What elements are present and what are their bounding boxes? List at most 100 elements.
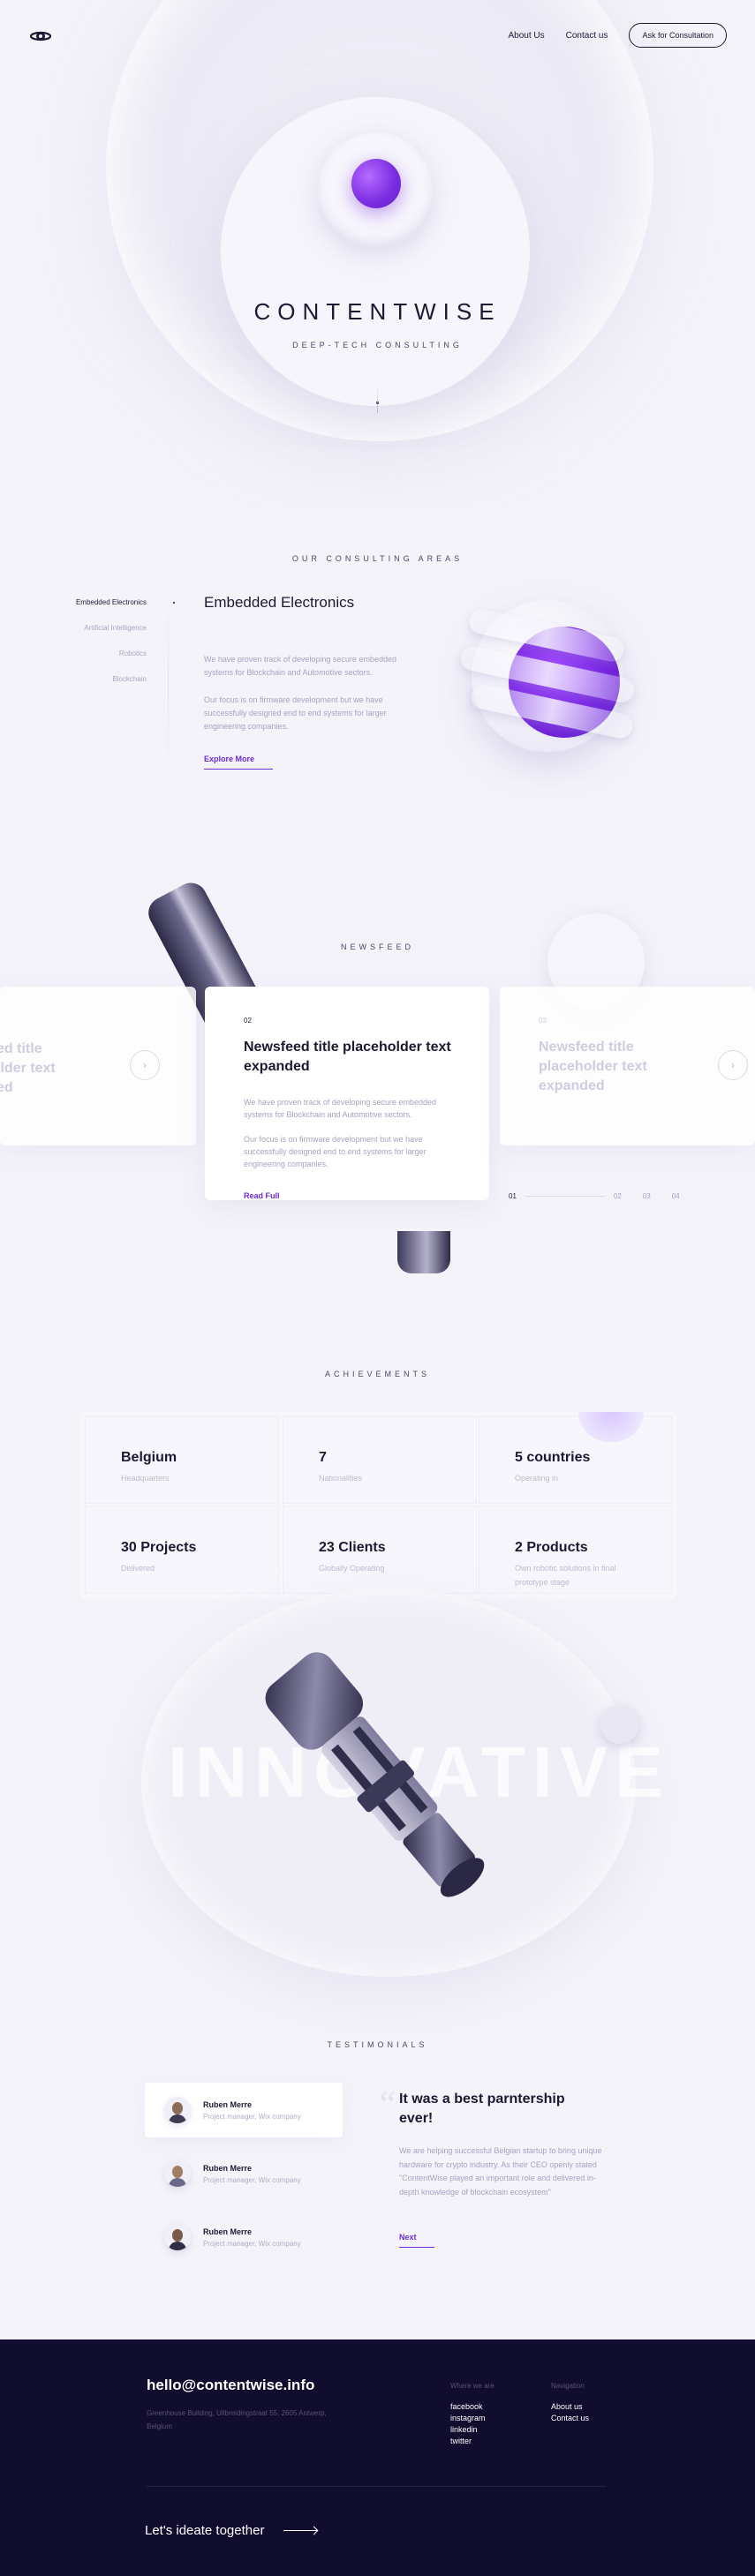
news-card-paragraph-2: Our focus is on firmware development but… <box>244 1135 427 1168</box>
news-card-next-title: Newsfeed title placeholder text expanded <box>539 1040 647 1093</box>
nav-about-us[interactable]: About Us <box>509 31 545 41</box>
footer-link-about[interactable]: About us <box>551 2402 589 2411</box>
achievement-value: 7 <box>319 1450 327 1465</box>
footer-link-instagram[interactable]: instagram <box>450 2414 495 2422</box>
footer-email[interactable]: hello@contentwise.info <box>147 2377 314 2394</box>
achievement-label: Headquarters <box>121 1474 170 1483</box>
footer-link-twitter[interactable]: twitter <box>450 2437 495 2445</box>
hero-section: CONTENTWISE DEEP-TECH CONSULTING <box>0 0 755 512</box>
scroll-indicator-dot <box>376 402 379 404</box>
news-card-active[interactable]: 02 Newsfeed title placeholder text expan… <box>205 987 489 1200</box>
achievement-value: 23 Clients <box>319 1540 386 1555</box>
achievement-card: 30 Projects Delivered <box>85 1506 279 1594</box>
nav-contact-us[interactable]: Contact us <box>566 31 608 41</box>
hero-orb <box>351 159 401 208</box>
footer-link-facebook[interactable]: facebook <box>450 2402 495 2411</box>
achievement-card: 5 countries Operating in <box>479 1416 673 1504</box>
achievement-card: 2 Products Own robotic solutions in fina… <box>479 1506 673 1594</box>
innovative-ring <box>600 1705 639 1744</box>
news-card-prev-title: Newsfeed title placeholder text expanded <box>0 1041 56 1095</box>
area-paragraph-2: Our focus is on firmware development but… <box>204 695 387 731</box>
testimonial-body: We are helping successful Belgian startu… <box>399 2146 602 2197</box>
achievement-value: 5 countries <box>515 1450 591 1465</box>
person-role: Project manager, Wix company <box>203 2176 301 2184</box>
testimonial-title: It was a best parntership ever! <box>399 2092 565 2126</box>
testimonial-person[interactable]: Ruben Merre Project manager, Wix company <box>145 2146 343 2201</box>
area-item-embedded-electronics[interactable]: Embedded Electronics <box>51 598 175 606</box>
achievements-section-label: ACHIEVEMENTS <box>324 1370 430 1378</box>
consulting-section-label: OUR CONSULTING AREAS <box>291 554 464 563</box>
person-name: Ruben Merre <box>203 2100 253 2109</box>
achievement-value: Belgium <box>121 1450 177 1465</box>
news-card-number: 02 <box>244 1017 252 1025</box>
areas-divider <box>168 591 169 777</box>
achievement-card: 7 Nationalities <box>283 1416 477 1504</box>
person-role: Project manager, Wix company <box>203 2240 301 2248</box>
next-testimonial-link[interactable]: Next <box>399 2233 434 2248</box>
achievement-label: Operating in <box>515 1474 559 1483</box>
pager-track <box>525 1196 605 1197</box>
news-card-paragraph-1: We have proven track of developing secur… <box>244 1098 436 1119</box>
arrow-right-icon <box>283 2530 318 2531</box>
news-card-prev[interactable]: Newsfeed title placeholder text expanded… <box>0 987 196 1145</box>
newsfeed-section-label: NEWSFEED <box>340 943 414 951</box>
testimonial-person[interactable]: Ruben Merre Project manager, Wix company <box>145 2083 343 2137</box>
area-item-robotics[interactable]: Robotics <box>51 650 175 657</box>
area-item-blockchain[interactable]: Blockchain <box>51 675 175 683</box>
drill-illustration <box>265 1652 485 1897</box>
contentwise-logo-icon[interactable] <box>30 26 51 46</box>
achievement-card: Belgium Headquarters <box>85 1416 279 1504</box>
newsfeed-pager: 01 02 03 04 <box>509 1192 680 1200</box>
footer-address: Greenhouse Building, Ullbreidingstraat 5… <box>147 2409 327 2430</box>
area-title: Embedded Electronics <box>204 594 355 611</box>
avatar <box>164 2160 191 2187</box>
pager-item-1[interactable]: 01 <box>509 1192 517 1200</box>
person-role: Project manager, Wix company <box>203 2113 301 2121</box>
hero-subtitle: DEEP-TECH CONSULTING <box>292 341 463 349</box>
achievement-label: Globally Operating <box>319 1564 385 1573</box>
scroll-indicator[interactable] <box>377 387 378 413</box>
achievement-value: 30 Projects <box>121 1540 197 1555</box>
testimonials-section-label: TESTIMONIALS <box>327 2040 428 2049</box>
footer-cta[interactable]: Let's ideate together <box>145 2523 318 2538</box>
ask-consultation-button[interactable]: Ask for Consultation <box>629 23 727 48</box>
achievement-value: 2 Products <box>515 1540 588 1555</box>
explore-more-link[interactable]: Explore More <box>204 755 273 770</box>
arrow-right-icon[interactable]: › <box>718 1050 748 1080</box>
pager-item-2[interactable]: 02 <box>614 1192 622 1200</box>
pager-item-4[interactable]: 04 <box>672 1192 680 1200</box>
read-full-link[interactable]: Read Full <box>244 1191 293 1200</box>
sphere-illustration <box>458 582 637 794</box>
achievement-label: Nationalities <box>319 1474 363 1483</box>
footer-cta-label: Let's ideate together <box>145 2523 265 2538</box>
footer-link-linkedin[interactable]: linkedin <box>450 2425 495 2434</box>
pager-item-3[interactable]: 03 <box>643 1192 651 1200</box>
achievement-label: Delivered <box>121 1564 155 1573</box>
area-paragraph-1: We have proven track of developing secur… <box>204 655 396 677</box>
site-header: About Us Contact us Ask for Consultation <box>0 0 755 71</box>
avatar <box>164 2097 191 2123</box>
achievement-label: Own robotic solutions in final prototype… <box>515 1564 616 1587</box>
area-item-artificial-intelligence[interactable]: Artificial Intelligence <box>51 624 175 632</box>
newsfeed-tube-end <box>397 1231 450 1273</box>
news-card-title: Newsfeed title placeholder text expanded <box>244 1040 451 1074</box>
main-nav: About Us Contact us Ask for Consultation <box>509 23 727 48</box>
quote-icon: “ <box>380 2084 396 2123</box>
site-footer: hello@contentwise.info Greenhouse Buildi… <box>0 2339 755 2576</box>
achievement-card: 23 Clients Globally Operating <box>283 1506 477 1594</box>
news-card-next-number: 03 <box>539 1017 547 1025</box>
footer-col-navigation: Navigation About us Contact us <box>551 2382 589 2425</box>
hero-title: CONTENTWISE <box>253 298 502 325</box>
footer-col-where: Where we are facebook instagram linkedin… <box>450 2382 495 2448</box>
consulting-areas-list: Embedded Electronics Artificial Intellig… <box>51 598 175 701</box>
footer-col-heading: Navigation <box>551 2382 585 2390</box>
footer-col-heading: Where we are <box>450 2382 495 2390</box>
person-name: Ruben Merre <box>203 2164 253 2173</box>
avatar <box>164 2224 191 2250</box>
footer-link-contact[interactable]: Contact us <box>551 2414 589 2422</box>
news-card-next[interactable]: 03 Newsfeed title placeholder text expan… <box>500 987 755 1145</box>
person-name: Ruben Merre <box>203 2227 253 2236</box>
arrow-right-icon[interactable]: › <box>130 1050 160 1080</box>
footer-divider <box>147 2486 606 2487</box>
testimonial-person[interactable]: Ruben Merre Project manager, Wix company <box>145 2210 343 2264</box>
